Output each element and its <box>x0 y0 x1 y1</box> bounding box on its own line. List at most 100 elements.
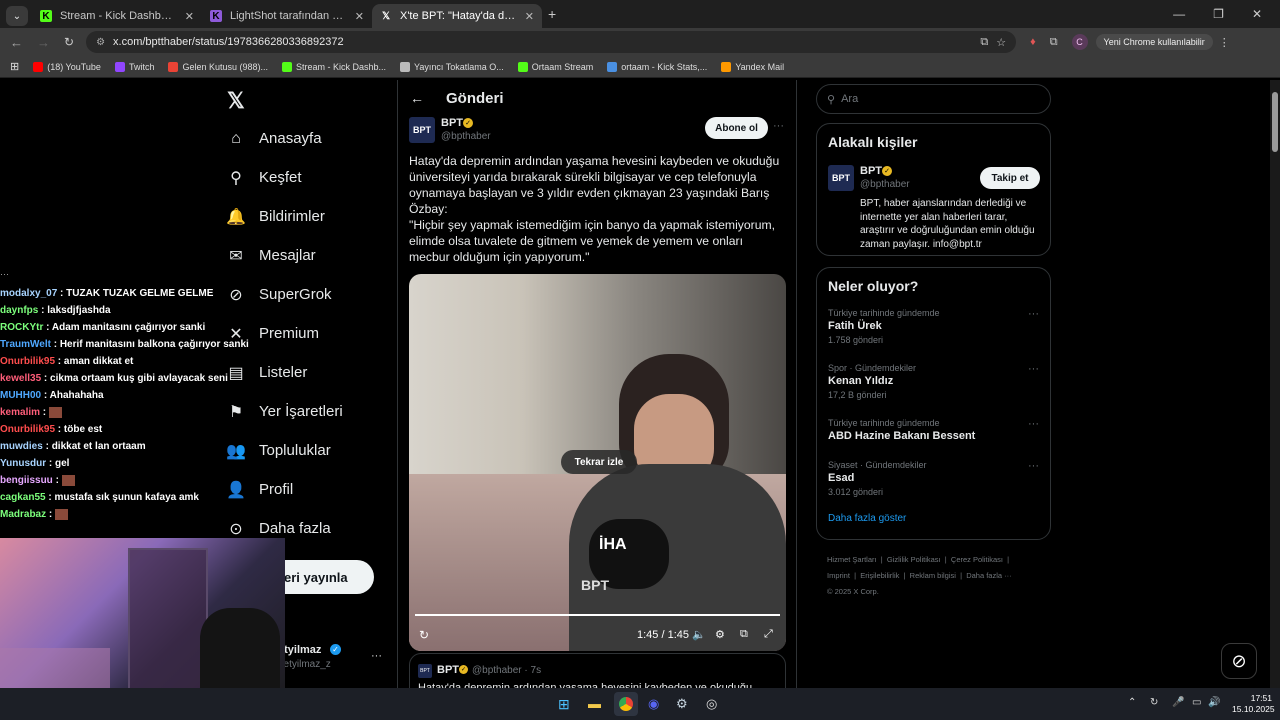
volume-icon[interactable]: 🔈 <box>692 628 706 641</box>
page-scrollbar[interactable] <box>1270 80 1280 688</box>
search-placeholder: Ara <box>841 93 859 105</box>
bookmark-item[interactable]: Gelen Kutusu (988)... <box>168 61 268 72</box>
tray-volume-icon[interactable]: 🔊 <box>1208 697 1220 708</box>
extension-icon[interactable]: ♦ <box>1030 36 1036 48</box>
bookmark-star-icon[interactable]: ☆ <box>996 36 1006 49</box>
trend-more-icon[interactable]: ··· <box>1028 418 1039 430</box>
bookmark-item[interactable]: Yandex Mail <box>721 61 784 72</box>
author-name[interactable]: BPT <box>441 117 463 129</box>
clock[interactable]: 17:51 15.10.2025 <box>1232 693 1275 715</box>
reload-icon[interactable]: ↻ <box>64 35 74 49</box>
file-explorer-icon[interactable]: ▬ <box>588 696 601 711</box>
chrome-taskbar-button[interactable] <box>614 692 638 716</box>
tray-sync-icon[interactable]: ↻ <box>1150 697 1158 708</box>
chat-username[interactable]: ROCKYtr <box>0 322 43 333</box>
bookmark-item[interactable]: Yayıncı Tokatlama O... <box>400 61 504 72</box>
bookmark-item[interactable]: (18) YouTube <box>33 61 101 72</box>
tab-search-chevron-icon[interactable]: ⌄ <box>6 6 28 26</box>
scrollbar-thumb[interactable] <box>1272 92 1278 152</box>
trend-item[interactable]: Siyaset · Gündemdekiler Esad 3.012 gönderi… <box>828 454 1039 509</box>
chat-username[interactable]: daynfps <box>0 305 38 316</box>
chat-username[interactable]: Madrabaz <box>0 509 46 520</box>
tab-1[interactable]: K LightShot tarafından Ekran Görü ✕ <box>202 4 372 28</box>
tab-0[interactable]: K Stream - Kick Dashboard ✕ <box>32 4 202 28</box>
close-window-icon[interactable]: ✕ <box>1252 7 1262 21</box>
fullscreen-icon[interactable]: ⤢ <box>764 628 773 641</box>
trend-more-icon[interactable]: ··· <box>1028 363 1039 375</box>
bookmark-item[interactable]: Stream - Kick Dashb... <box>282 61 386 72</box>
tray-chevron-icon[interactable]: ⌃ <box>1128 697 1136 708</box>
trend-more-icon[interactable]: ··· <box>1028 308 1039 320</box>
video-player[interactable]: İHA BPT Tekrar izle ↻ 1:45 / 1:45 🔈 ⚙ ⧉ … <box>409 274 786 651</box>
trend-item[interactable]: Türkiye tarihinde gündemde Fatih Ürek 1.75… <box>828 302 1039 357</box>
chat-username[interactable]: kewell35 <box>0 373 41 384</box>
chat-message: MUHH00 : Ahahahaha <box>0 390 104 401</box>
profile-avatar[interactable]: C <box>1071 34 1088 50</box>
replay-icon[interactable]: ↻ <box>419 628 429 642</box>
new-tab-button[interactable]: + <box>548 6 556 22</box>
tab-close-icon[interactable]: ✕ <box>185 10 194 23</box>
trend-item[interactable]: Türkiye tarihinde gündemde ABD Hazine Bak… <box>828 412 1039 454</box>
nav-item-1[interactable]: ⚲ Keşfet <box>222 158 402 197</box>
nav-item-3[interactable]: ✉ Mesajlar <box>222 236 402 275</box>
apps-grid-icon[interactable]: ⊞ <box>10 60 19 73</box>
tray-monitor-icon[interactable]: ▭ <box>1192 697 1201 708</box>
chat-username[interactable]: Onurbilik95 <box>0 356 55 367</box>
grok-float-icon[interactable]: ⊘ <box>1221 643 1257 679</box>
menu-kebab-icon[interactable]: ⋮ <box>1219 36 1230 49</box>
omnibox[interactable]: ⚙ x.com/bptthaber/status/197836628033689… <box>86 31 1017 53</box>
footer-links-2[interactable]: Imprint | Erişilebilirlik | Reklam bilgi… <box>816 568 1051 584</box>
bookmark-item[interactable]: Ortaam Stream <box>517 61 593 72</box>
settings-gear-icon[interactable]: ⚙ <box>715 628 725 641</box>
tab-2[interactable]: 𝕏 X'te BPT: "Hatay'da depremin a ✕ <box>372 4 542 28</box>
trend-more-icon[interactable]: ··· <box>1028 460 1039 472</box>
tray-mic-icon[interactable]: 🎤 <box>1172 697 1184 708</box>
nav-item-2[interactable]: 🔔 Bildirimler <box>222 197 402 236</box>
chat-username[interactable]: Onurbilik95 <box>0 424 55 435</box>
trend-item[interactable]: Spor · Gündemdekiler Kenan Yıldız 17,2 B g… <box>828 357 1039 412</box>
account-more-icon[interactable]: ··· <box>371 650 382 662</box>
windows-start-icon[interactable]: ⊞ <box>558 696 570 713</box>
bookmark-item[interactable]: ortaam - Kick Stats,... <box>607 61 707 72</box>
replay-button[interactable]: Tekrar izle <box>561 450 637 474</box>
chat-username[interactable]: Yunusdur <box>0 458 46 469</box>
chat-username[interactable]: MUHH00 <box>0 390 41 401</box>
chat-username[interactable]: bengiissuu <box>0 475 53 486</box>
chat-username[interactable]: TraumWelt <box>0 339 51 350</box>
nav-item-0[interactable]: ⌂ Anasayfa <box>222 119 402 158</box>
bookmark-item[interactable]: Twitch <box>114 61 154 72</box>
related-name[interactable]: BPT <box>860 165 882 177</box>
author-avatar[interactable]: BPT <box>409 117 435 143</box>
install-app-icon[interactable]: ⧉ <box>980 36 988 49</box>
quoted-post[interactable]: BPT BPT ✓ @bpthaber · 7s Hatay'da deprem… <box>409 653 786 693</box>
search-box[interactable]: ⚲ Ara <box>816 84 1051 114</box>
pip-icon[interactable]: ⧉ <box>740 628 748 641</box>
minimize-icon[interactable]: — <box>1173 7 1185 21</box>
show-more-link[interactable]: Daha fazla göster <box>828 513 1039 524</box>
discord-icon[interactable]: ◉ <box>648 696 659 712</box>
footer-links-1[interactable]: Hizmet Şartları | Gizlilik Politikası | … <box>816 552 1051 568</box>
author-handle[interactable]: @bpthaber <box>441 131 491 142</box>
chrome-update-button[interactable]: Yeni Chrome kullanılabilir <box>1095 34 1213 50</box>
back-arrow-icon[interactable]: ← <box>410 90 424 106</box>
site-info-icon[interactable]: ⚙ <box>96 37 105 48</box>
post-more-icon[interactable]: ··· <box>773 120 784 132</box>
subscribe-button[interactable]: Abone ol <box>705 117 768 139</box>
video-progress-track[interactable] <box>415 614 780 616</box>
forward-icon[interactable]: → <box>37 35 50 50</box>
related-avatar[interactable]: BPT <box>828 165 854 191</box>
chat-username[interactable]: modalxy_07 <box>0 288 57 299</box>
tab-close-icon[interactable]: ✕ <box>355 10 364 23</box>
chat-username[interactable]: muwdies <box>0 441 43 452</box>
tab-close-icon[interactable]: ✕ <box>525 10 534 23</box>
chat-text: töbe est <box>63 424 103 435</box>
obs-icon[interactable]: ◎ <box>706 696 717 712</box>
steam-icon[interactable]: ⚙ <box>676 696 688 712</box>
extensions-puzzle-icon[interactable]: ⧉ <box>1050 36 1058 49</box>
x-logo-icon[interactable]: 𝕏 <box>227 88 245 114</box>
follow-button[interactable]: Takip et <box>980 167 1040 189</box>
chat-username[interactable]: kemalim <box>0 407 40 418</box>
back-icon[interactable]: ← <box>10 35 23 50</box>
chat-username[interactable]: cagkan55 <box>0 492 46 503</box>
maximize-icon[interactable]: ❐ <box>1213 7 1224 21</box>
